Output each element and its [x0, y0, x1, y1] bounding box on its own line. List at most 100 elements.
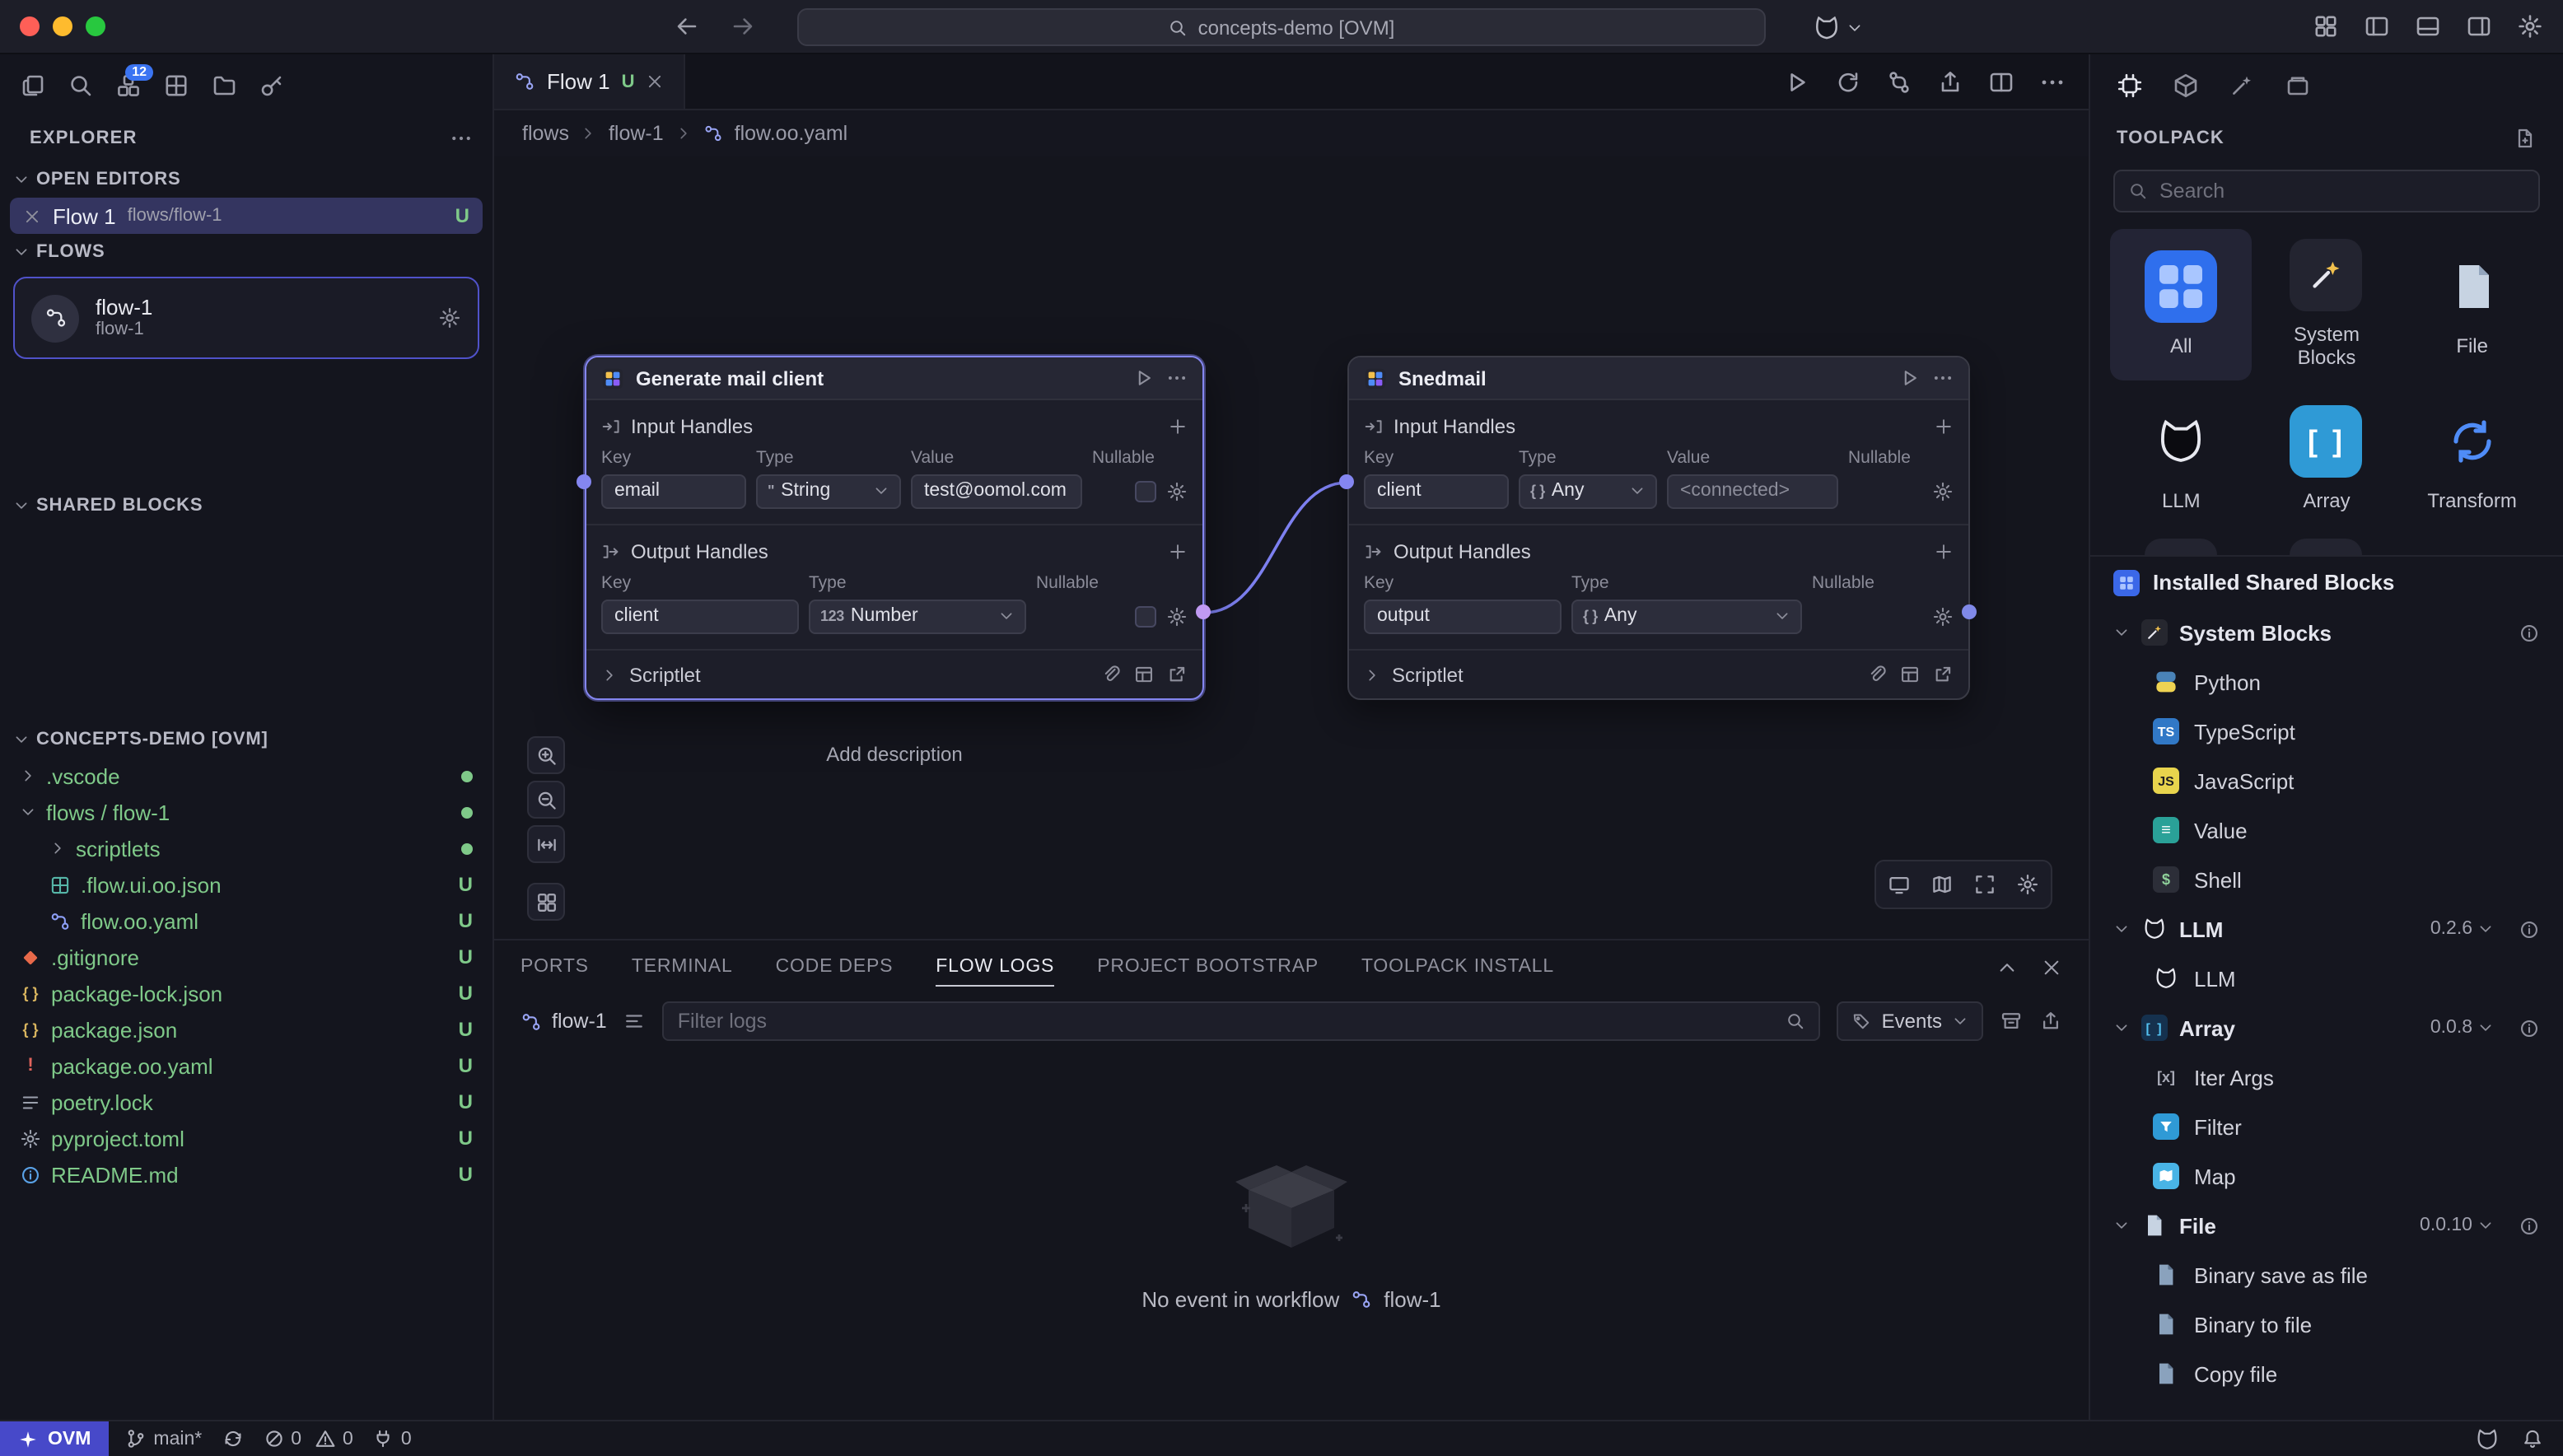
handle-settings-icon[interactable]: [1932, 480, 1954, 502]
canvas-settings-button[interactable]: [2010, 866, 2046, 903]
handle-settings-icon[interactable]: [1166, 605, 1188, 627]
run-node-icon[interactable]: [1899, 367, 1921, 389]
breadcrumb-file[interactable]: flow.oo.yaml: [735, 122, 848, 145]
add-input-handle-icon[interactable]: [1168, 417, 1188, 436]
close-panel-icon[interactable]: [2041, 956, 2062, 978]
export-logs-icon[interactable]: [2039, 1010, 2062, 1033]
flow-scope-chip[interactable]: flow-1: [521, 1010, 607, 1033]
window-title-search[interactable]: concepts-demo [OVM]: [797, 8, 1766, 46]
block-group-llm[interactable]: LLM0.2.6: [2103, 904, 2550, 954]
minimize-window-button[interactable]: [53, 16, 72, 36]
block-item-llm[interactable]: LLM: [2103, 954, 2550, 1003]
nullable-checkbox[interactable]: [1135, 480, 1156, 502]
panel-tab-toolpack-install[interactable]: TOOLPACK INSTALL: [1361, 947, 1554, 987]
open-editors-section[interactable]: OPEN EDITORS: [0, 161, 493, 198]
version-select[interactable]: 0.0.8: [2430, 1018, 2494, 1038]
scriptlet-row[interactable]: Scriptlet: [1349, 651, 1968, 698]
toolpack-view-icon[interactable]: [2117, 72, 2143, 98]
open-external-icon[interactable]: [1932, 664, 1954, 685]
split-editor-icon[interactable]: [1988, 68, 2014, 95]
assistant-status-icon[interactable]: [2474, 1426, 2500, 1452]
block-item-shell[interactable]: $Shell: [2103, 855, 2550, 904]
breadcrumb-flow-1[interactable]: flow-1: [609, 122, 664, 145]
forward-icon[interactable]: [730, 13, 756, 40]
block-group-array[interactable]: [ ]Array0.0.8: [2103, 1003, 2550, 1052]
tree-item-flows-flow-1[interactable]: flows / flow-1: [0, 794, 493, 830]
settings-gear-icon[interactable]: [2517, 13, 2543, 40]
input-port[interactable]: [577, 474, 591, 489]
tree-item-poetry-lock[interactable]: poetry.lockU: [0, 1084, 493, 1120]
version-select[interactable]: 0.0.10: [2420, 1216, 2494, 1235]
handle-type-select[interactable]: 123 Number: [809, 599, 1026, 633]
shared-blocks-section[interactable]: SHARED BLOCKS: [0, 488, 493, 524]
compare-icon[interactable]: [1886, 68, 1912, 95]
block-group-file[interactable]: File0.0.10: [2103, 1201, 2550, 1250]
minimap-button[interactable]: [1924, 866, 1960, 903]
handle-key-field[interactable]: [601, 599, 799, 633]
filter-logs-input[interactable]: [678, 1010, 1786, 1033]
block-item-javascript[interactable]: JSJavaScript: [2103, 756, 2550, 805]
handle-settings-icon[interactable]: [1932, 605, 1954, 627]
node-header[interactable]: Generate mail client: [586, 357, 1202, 400]
info-icon[interactable]: [2519, 622, 2540, 643]
close-window-button[interactable]: [20, 16, 40, 36]
editor-more-icon[interactable]: [2039, 68, 2066, 95]
tree-item-scriptlets[interactable]: scriptlets: [0, 830, 493, 866]
scriptlet-row[interactable]: Scriptlet: [586, 651, 1202, 698]
toolpack-tile-system-blocks[interactable]: System Blocks: [2256, 229, 2398, 380]
handle-key-field[interactable]: [1364, 599, 1562, 633]
toolpack-tile-file[interactable]: File: [2401, 229, 2543, 380]
handle-key-field[interactable]: [601, 474, 746, 508]
panel-tab-flow-logs[interactable]: FLOW LOGS: [936, 947, 1054, 987]
toolpack-search-input[interactable]: [2159, 180, 2525, 203]
handle-type-select[interactable]: { } Any: [1519, 474, 1657, 508]
layout-activity-icon[interactable]: [163, 72, 189, 98]
tree-item-package-lock-json[interactable]: { }package-lock.jsonU: [0, 975, 493, 1011]
blocks-activity-icon[interactable]: 12: [115, 72, 142, 98]
block-item-binary-save-as-file[interactable]: Binary save as file: [2103, 1250, 2550, 1300]
back-icon[interactable]: [674, 13, 700, 40]
flow-settings-icon[interactable]: [438, 306, 461, 329]
block-item-binary-to-file[interactable]: Binary to file: [2103, 1300, 2550, 1349]
block-group-system-blocks[interactable]: System Blocks: [2103, 608, 2550, 657]
tab-flow-1[interactable]: Flow 1 U: [494, 54, 686, 109]
git-sync-status[interactable]: [222, 1428, 243, 1449]
open-editor-flow-1[interactable]: Flow 1 flows/flow-1 U: [10, 198, 483, 234]
auto-layout-button[interactable]: [527, 883, 565, 921]
close-editor-icon[interactable]: [23, 207, 41, 225]
node-menu-icon[interactable]: [1166, 367, 1188, 389]
toolpack-search-field[interactable]: [2113, 170, 2540, 212]
magic-view-icon[interactable]: [2229, 72, 2255, 98]
flow-canvas[interactable]: Generate mail client Input Handles: [494, 156, 2089, 939]
info-icon[interactable]: [2519, 1017, 2540, 1038]
panel-tab-terminal[interactable]: TERMINAL: [632, 947, 733, 987]
git-branch-status[interactable]: main*: [125, 1428, 202, 1449]
flows-section[interactable]: FLOWS: [0, 234, 493, 270]
block-item-copy-file[interactable]: Copy file: [2103, 1349, 2550, 1398]
archive-logs-icon[interactable]: [2000, 1010, 2023, 1033]
export-icon[interactable]: [1937, 68, 1963, 95]
tree-item-package-oo-yaml[interactable]: !package.oo.yamlU: [0, 1048, 493, 1084]
maximize-panel-icon[interactable]: [1996, 956, 2018, 978]
events-dropdown[interactable]: Events: [1837, 1001, 1983, 1041]
block-item-iter-args[interactable]: [x]Iter Args: [2103, 1052, 2550, 1102]
rerun-icon[interactable]: [1835, 68, 1861, 95]
tile-partial[interactable]: [2110, 539, 2253, 555]
handle-key-field[interactable]: [1364, 474, 1509, 508]
block-item-value[interactable]: ≡Value: [2103, 805, 2550, 855]
flow-card-flow-1[interactable]: flow-1 flow-1: [13, 277, 479, 359]
block-item-map[interactable]: Map: [2103, 1151, 2550, 1201]
toolpack-tile-llm[interactable]: LLM: [2110, 384, 2253, 535]
handle-type-select[interactable]: { } Any: [1571, 599, 1802, 633]
toggle-right-panel-icon[interactable]: [2466, 13, 2492, 40]
new-toolpack-icon[interactable]: [2514, 127, 2537, 150]
panel-tab-code-deps[interactable]: CODE DEPS: [776, 947, 894, 987]
maximize-window-button[interactable]: [86, 16, 105, 36]
node-snedmail[interactable]: Snedmail Input Handles Key: [1347, 356, 1970, 700]
block-item-typescript[interactable]: TSTypeScript: [2103, 707, 2550, 756]
secrets-activity-icon[interactable]: [259, 72, 285, 98]
block-item-filter[interactable]: Filter: [2103, 1102, 2550, 1151]
filter-logs-field[interactable]: [663, 1001, 1821, 1041]
run-flow-icon[interactable]: [1784, 68, 1810, 95]
packages-view-icon[interactable]: [2173, 72, 2199, 98]
